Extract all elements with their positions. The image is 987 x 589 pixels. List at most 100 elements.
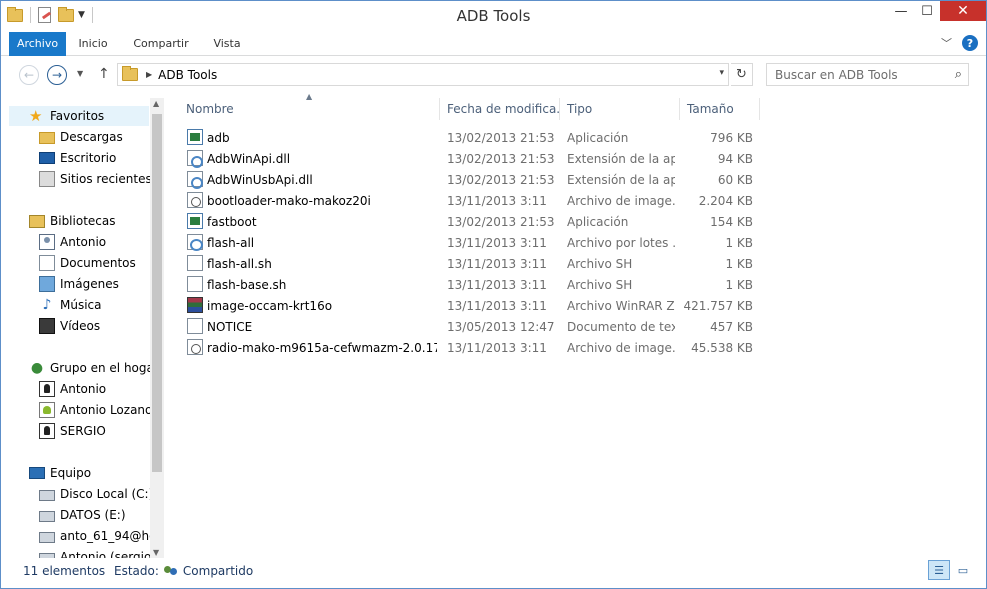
refresh-button[interactable]: ↻ [731,63,753,86]
file-date: 13/11/2013 3:11 [447,340,547,355]
scroll-up-icon[interactable]: ▲ [153,99,159,108]
nav-equipo[interactable]: Equipo [29,463,91,483]
maximize-button[interactable]: ☐ [914,1,940,21]
column-tamano[interactable]: Tamaño [680,98,760,120]
file-size: 45.538 KB [691,340,753,355]
large-icons-view-icon[interactable]: ▭ [952,560,974,580]
file-type: Aplicación [567,214,629,229]
nav-item-antonio[interactable]: Antonio [39,232,106,252]
address-dropdown-icon[interactable]: ▾ [719,68,724,78]
file-row[interactable]: AdbWinUsbApi.dll 13/02/2013 21:53 Extens… [179,169,759,190]
scroll-down-icon[interactable]: ▼ [153,548,159,557]
close-button[interactable]: ✕ [940,1,986,21]
nav-bibliotecas[interactable]: Bibliotecas [29,211,115,231]
file-name: flash-all [207,235,255,250]
file-row[interactable]: flash-all 13/11/2013 3:11 Archivo por lo… [179,232,759,253]
back-button[interactable]: ← [19,65,39,85]
nav-item-descargas[interactable]: Descargas [39,127,123,147]
breadcrumb-separator-icon[interactable]: ▶ [146,70,152,79]
expand-ribbon-icon[interactable]: ﹀ [941,35,952,51]
file-type: Archivo por lotes ... [567,235,675,250]
img-file-icon [187,339,203,355]
view-switcher: ☰ ▭ [928,560,974,580]
downloads-folder-icon [39,132,55,144]
nav-item-homegroup-antonio[interactable]: Antonio [39,379,106,399]
nav-item-homegroup-sergio[interactable]: SERGIO [39,421,106,441]
tab-vista[interactable]: Vista [207,32,247,56]
nav-label: anto_61_94@hotmail.com [60,529,164,543]
drive-icon [39,511,55,522]
file-date: 13/02/2013 21:53 [447,151,555,166]
file-row[interactable]: radio-mako-m9615a-cefwmazm-2.0.170... 13… [179,337,759,358]
file-size: 154 KB [710,214,753,229]
file-date: 13/11/2013 3:11 [447,298,547,313]
homegroup-icon: ● [30,360,44,376]
nav-item-videos[interactable]: Vídeos [39,316,100,336]
file-type: Aplicación [567,130,629,145]
search-icon[interactable]: ⌕ [955,67,962,82]
file-name: bootloader-mako-makoz20i [207,193,371,208]
file-row[interactable]: NOTICE 13/05/2013 12:47 Documento de tex… [179,316,759,337]
up-arrow-icon[interactable]: ↑ [98,66,110,82]
tab-inicio[interactable]: Inicio [71,32,115,56]
nav-item-disco-local[interactable]: Disco Local (C:) [39,484,153,504]
nav-item-imagenes[interactable]: Imágenes [39,274,119,294]
file-row[interactable]: flash-all.sh 13/11/2013 3:11 Archivo SH … [179,253,759,274]
computer-icon [29,467,45,479]
file-name: fastboot [207,214,257,229]
column-fecha[interactable]: Fecha de modifica... [440,98,560,120]
nav-label: Grupo en el hogar [50,361,155,375]
column-nombre[interactable]: Nombre [179,98,440,120]
file-name: flash-all.sh [207,256,272,271]
tab-archivo[interactable]: Archivo [9,32,66,56]
nav-scrollbar[interactable]: ▲ ▼ [150,98,164,558]
recent-places-icon [39,171,55,187]
address-bar[interactable]: ▶ ADB Tools ▾ [117,63,729,86]
minimize-button[interactable]: — [888,1,914,21]
nav-item-escritorio[interactable]: Escritorio [39,148,116,168]
app-icon [187,129,203,145]
file-row[interactable]: image-occam-krt16o 13/11/2013 3:11 Archi… [179,295,759,316]
user-avatar-icon [39,381,55,397]
file-row[interactable]: adb 13/02/2013 21:53 Aplicación 796 KB [179,127,759,148]
nav-item-documentos[interactable]: Documentos [39,253,136,273]
tab-compartir[interactable]: Compartir [125,32,197,56]
shared-icon [163,564,179,578]
breadcrumb[interactable]: ADB Tools [158,68,217,82]
nav-favoritos[interactable]: ★ Favoritos [9,106,149,126]
explorer-window: ▼ ADB Tools — ☐ ✕ Archivo Inicio Compart… [0,0,987,589]
details-view-icon[interactable]: ☰ [928,560,950,580]
file-size: 2.204 KB [698,193,753,208]
help-icon[interactable]: ? [962,35,978,51]
text-file-icon [187,276,203,292]
nav-item-datos[interactable]: DATOS (E:) [39,505,126,525]
file-date: 13/02/2013 21:53 [447,172,555,187]
nav-label: DATOS (E:) [60,508,126,522]
title-bar: ▼ ADB Tools — ☐ ✕ [1,1,986,31]
network-drive-icon [39,553,55,558]
nav-item-sitios-recientes[interactable]: Sitios recientes [39,169,152,189]
search-input[interactable]: Buscar en ADB Tools ⌕ [766,63,969,86]
column-tipo[interactable]: Tipo [560,98,680,120]
nav-item-musica[interactable]: ♪ Música [39,295,102,315]
file-type: Archivo SH [567,277,633,292]
recent-locations-icon[interactable]: ▼ [77,69,83,78]
nav-item-network-share[interactable]: Antonio (sergio-pc) [39,547,164,558]
file-type: Archivo de image... [567,193,675,208]
file-size: 421.757 KB [683,298,753,313]
forward-button[interactable]: → [47,65,67,85]
file-type: Documento de tex... [567,319,675,334]
file-date: 13/11/2013 3:11 [447,256,547,271]
file-name: radio-mako-m9615a-cefwmazm-2.0.170... [207,340,437,355]
desktop-icon [39,152,55,164]
nav-grupo-hogar[interactable]: ● Grupo en el hogar [29,358,155,378]
file-row[interactable]: flash-base.sh 13/11/2013 3:11 Archivo SH… [179,274,759,295]
navigation-pane: ★ Favoritos Descargas Escritorio Sitios … [1,98,164,558]
file-row[interactable]: fastboot 13/02/2013 21:53 Aplicación 154… [179,211,759,232]
ribbon-right-controls: ﹀ ? [941,35,978,51]
file-row[interactable]: AdbWinApi.dll 13/02/2013 21:53 Extensión… [179,148,759,169]
nav-item-homegroup-antonio-lozano[interactable]: Antonio Lozano Luque [39,400,164,420]
scrollbar-thumb[interactable] [152,114,162,472]
file-row[interactable]: bootloader-mako-makoz20i 13/11/2013 3:11… [179,190,759,211]
nav-item-onedrive[interactable]: anto_61_94@hotmail.com [39,526,164,546]
